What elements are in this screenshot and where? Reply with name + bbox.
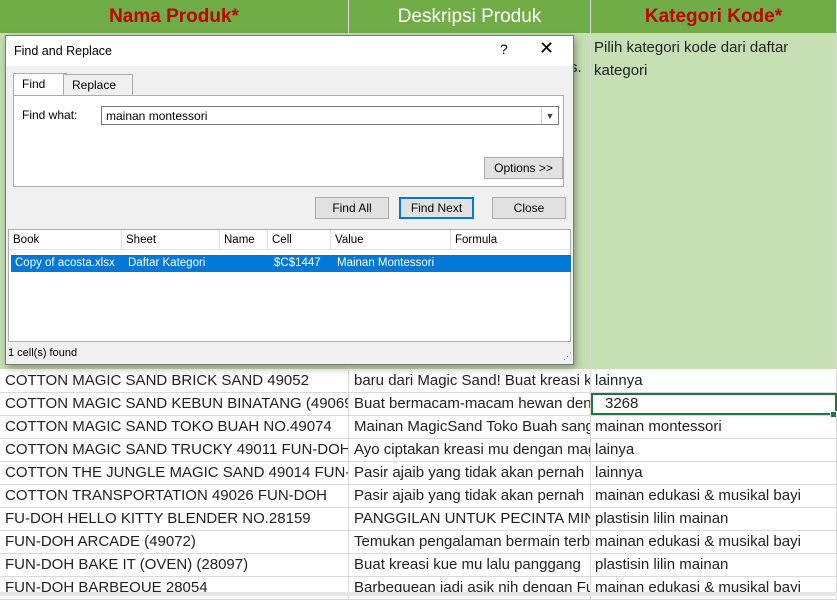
- table-row[interactable]: FU-DOH HELLO KITTY BLENDER NO.28159 PANG…: [0, 508, 837, 531]
- cell-kategori[interactable]: lainya: [591, 439, 837, 461]
- cell-deskripsi[interactable]: Pasir ajaib yang tidak akan pernah: [349, 485, 591, 507]
- table-row[interactable]: COTTON THE JUNGLE MAGIC SAND 49014 FUN-D…: [0, 462, 837, 485]
- table-row[interactable]: COTTON MAGIC SAND TRUCKY 49011 FUN-DOH A…: [0, 439, 837, 462]
- col-header-book[interactable]: Book: [9, 230, 122, 250]
- result-cell: $C$1447: [274, 257, 321, 269]
- tab-find[interactable]: Find: [13, 73, 67, 96]
- cell-deskripsi[interactable]: Ayo ciptakan kreasi mu dengan magic: [349, 439, 591, 461]
- header-nama-produk[interactable]: Nama Produk*: [0, 0, 349, 33]
- cell-kategori[interactable]: mainan edukasi & musikal bayi: [591, 485, 837, 507]
- cell-nama[interactable]: COTTON THE JUNGLE MAGIC SAND 49014 FUN-D…: [0, 462, 349, 484]
- col-header-formula[interactable]: Formula: [451, 230, 570, 250]
- table-row[interactable]: COTTON MAGIC SAND BRICK SAND 49052 baru …: [0, 370, 837, 393]
- table-row[interactable]: COTTON MAGIC SAND KEBUN BINATANG (49069)…: [0, 393, 837, 418]
- result-formula: [453, 255, 571, 272]
- options-button[interactable]: Options >>: [484, 157, 563, 179]
- cell-kategori[interactable]: plastisin lilin mainan: [591, 554, 837, 576]
- results-list[interactable]: Book Sheet Name Cell Value Formula Copy …: [8, 229, 571, 342]
- col-header-cell[interactable]: Cell: [268, 230, 331, 250]
- result-sheet: Daftar Kategori: [128, 257, 206, 269]
- find-what-value[interactable]: mainan montessori: [106, 109, 207, 123]
- find-tab-panel: Find what: mainan montessori ▼ Options >…: [13, 95, 564, 187]
- result-book: Copy of acosta.xlsx: [15, 257, 115, 269]
- tab-replace[interactable]: Replace: [63, 74, 133, 95]
- cell-deskripsi[interactable]: Mainan MagicSand Toko Buah sangat: [349, 416, 591, 438]
- cell-deskripsi[interactable]: Temukan pengalaman bermain terbaru: [349, 531, 591, 553]
- cell-nama[interactable]: FUN-DOH BAKE IT (OVEN) (28097): [0, 554, 349, 576]
- cell-kategori[interactable]: lainnya: [591, 462, 837, 484]
- result-name: [222, 255, 270, 272]
- result-row[interactable]: Copy of acosta.xlsx Daftar Kategori $C$1…: [11, 255, 571, 272]
- selected-cell-kategori[interactable]: 3268: [591, 393, 837, 415]
- cell-deskripsi[interactable]: PANGGILAN UNTUK PECINTA MINUMAN: [349, 508, 591, 530]
- cell-kategori[interactable]: lainnya: [591, 370, 837, 392]
- close-icon[interactable]: ✕: [539, 38, 554, 59]
- cell-deskripsi[interactable]: baru dari Magic Sand! Buat kreasi kreasi: [349, 370, 591, 392]
- find-what-label: Find what:: [22, 108, 78, 122]
- cell-deskripsi[interactable]: Pasir ajaib yang tidak akan pernah: [349, 462, 591, 484]
- col-header-value[interactable]: Value: [331, 230, 451, 250]
- cell-deskripsi[interactable]: Buat bermacam-macam hewan dengan: [349, 393, 591, 415]
- find-what-input[interactable]: mainan montessori ▼: [101, 106, 559, 125]
- cell-kategori[interactable]: mainan edukasi & musikal bayi: [591, 531, 837, 553]
- kategori-note-text: Pilih kategori kode dari daftar kategori: [594, 39, 789, 79]
- header-deskripsi-produk[interactable]: Deskripsi Produk: [349, 0, 591, 33]
- table-row[interactable]: COTTON TRANSPORTATION 49026 FUN-DOH Pasi…: [0, 485, 837, 508]
- result-value: Mainan Montessori: [337, 257, 435, 269]
- cell-kategori[interactable]: plastisin lilin mainan: [591, 508, 837, 530]
- cell-deskripsi[interactable]: Buat kreasi kue mu lalu panggang: [349, 554, 591, 576]
- col-header-name[interactable]: Name: [220, 230, 268, 250]
- close-button[interactable]: Close: [492, 197, 566, 219]
- col-header-sheet[interactable]: Sheet: [122, 230, 220, 250]
- table-row[interactable]: COTTON MAGIC SAND TOKO BUAH NO.49074 Mai…: [0, 416, 837, 439]
- find-next-button[interactable]: Find Next: [399, 197, 474, 219]
- find-all-button[interactable]: Find All: [315, 197, 389, 219]
- status-text: 1 cell(s) found: [8, 347, 78, 359]
- table-row[interactable]: FUN-DOH ARCADE (49072) Temukan pengalama…: [0, 531, 837, 554]
- dialog-title-bar[interactable]: Find and Replace ? ✕: [6, 36, 573, 66]
- chevron-down-icon[interactable]: ▼: [541, 107, 558, 124]
- find-replace-dialog: Find and Replace ? ✕ Find Replace Find w…: [5, 35, 574, 365]
- cell-nama[interactable]: COTTON TRANSPORTATION 49026 FUN-DOH: [0, 485, 349, 507]
- help-icon[interactable]: ?: [500, 41, 508, 57]
- cell-nama[interactable]: FU-DOH HELLO KITTY BLENDER NO.28159: [0, 508, 349, 530]
- cell-nama[interactable]: COTTON MAGIC SAND TRUCKY 49011 FUN-DOH: [0, 439, 349, 461]
- header-kategori-kode[interactable]: Kategori Kode*: [591, 0, 837, 33]
- dialog-title: Find and Replace: [14, 44, 112, 58]
- resize-grip-icon[interactable]: ⋰: [563, 351, 572, 362]
- cell-nama[interactable]: FUN-DOH ARCADE (49072): [0, 531, 349, 553]
- cell-nama[interactable]: COTTON MAGIC SAND TOKO BUAH NO.49074: [0, 416, 349, 438]
- table-row[interactable]: FUN-DOH BARBEQUE 28054 Barbequean jadi a…: [0, 577, 837, 600]
- horizontal-scrollbar[interactable]: [0, 592, 837, 596]
- note-cell-kategori[interactable]: [591, 33, 837, 369]
- cell-nama[interactable]: COTTON MAGIC SAND BRICK SAND 49052: [0, 370, 349, 392]
- cell-kategori[interactable]: mainan montessori: [591, 416, 837, 438]
- table-row[interactable]: FUN-DOH BAKE IT (OVEN) (28097) Buat krea…: [0, 554, 837, 577]
- cell-nama[interactable]: COTTON MAGIC SAND KEBUN BINATANG (49069): [0, 393, 349, 415]
